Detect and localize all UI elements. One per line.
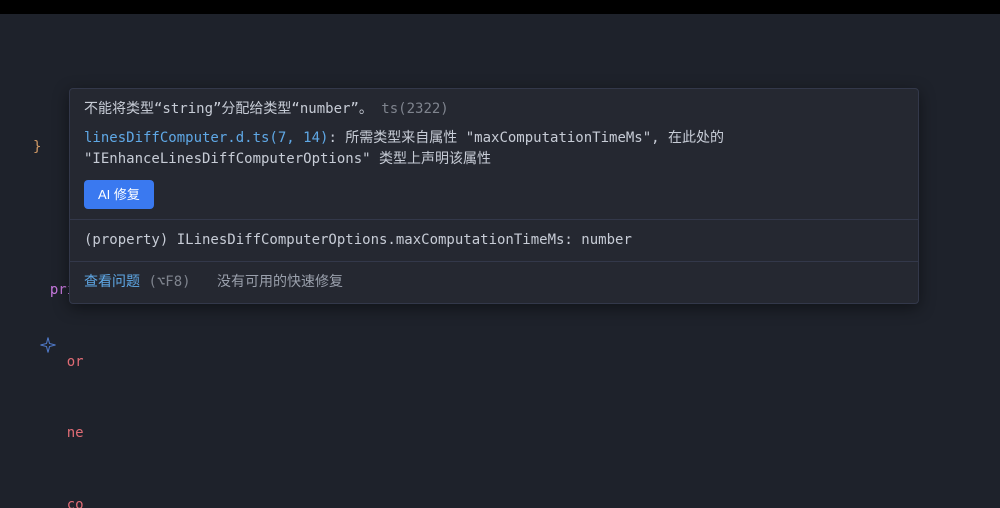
code-line[interactable]: co	[33, 494, 1000, 508]
source-text: "IEnhanceLinesDiffComputerOptions" 类型上声明…	[84, 151, 491, 167]
brace: }	[33, 139, 41, 155]
hover-signature-section: (property) ILinesDiffComputerOptions.max…	[70, 219, 918, 261]
param-fragment: co	[67, 497, 84, 508]
titlebar	[0, 0, 1000, 14]
peek-label: 查看问题	[84, 274, 140, 290]
error-hover-tooltip[interactable]: 不能将类型“string”分配给类型“number”。 ts(2322) lin…	[69, 88, 919, 304]
hover-actions-section: 查看问题 (⌥F8) 没有可用的快速修复	[70, 261, 918, 303]
code-line[interactable]: ne	[33, 422, 1000, 446]
code-line[interactable]: or	[33, 351, 1000, 375]
peek-problem-link[interactable]: 查看问题 (⌥F8)	[84, 274, 191, 290]
source-text: : 所需类型来自属性 "maxComputationTimeMs", 在此处的	[328, 130, 724, 146]
type-signature: (property) ILinesDiffComputerOptions.max…	[84, 232, 632, 248]
code-editor[interactable]: } private computeDiff( or ne co ): I co …	[0, 14, 1000, 508]
ai-fix-button[interactable]: AI 修复	[84, 180, 154, 209]
no-quick-fix-text: 没有可用的快速修复	[217, 274, 343, 290]
error-message: 不能将类型“string”分配给类型“number”。	[84, 101, 373, 117]
peek-shortcut: (⌥F8)	[148, 274, 190, 290]
source-location-link[interactable]: linesDiffComputer.d.ts(7, 14)	[84, 130, 328, 146]
param-fragment: ne	[67, 425, 84, 441]
hover-error-section: 不能将类型“string”分配给类型“number”。 ts(2322) lin…	[70, 89, 918, 219]
sparkle-icon[interactable]	[5, 312, 23, 330]
error-code: ts(2322)	[381, 101, 448, 117]
param-fragment: or	[67, 354, 84, 370]
